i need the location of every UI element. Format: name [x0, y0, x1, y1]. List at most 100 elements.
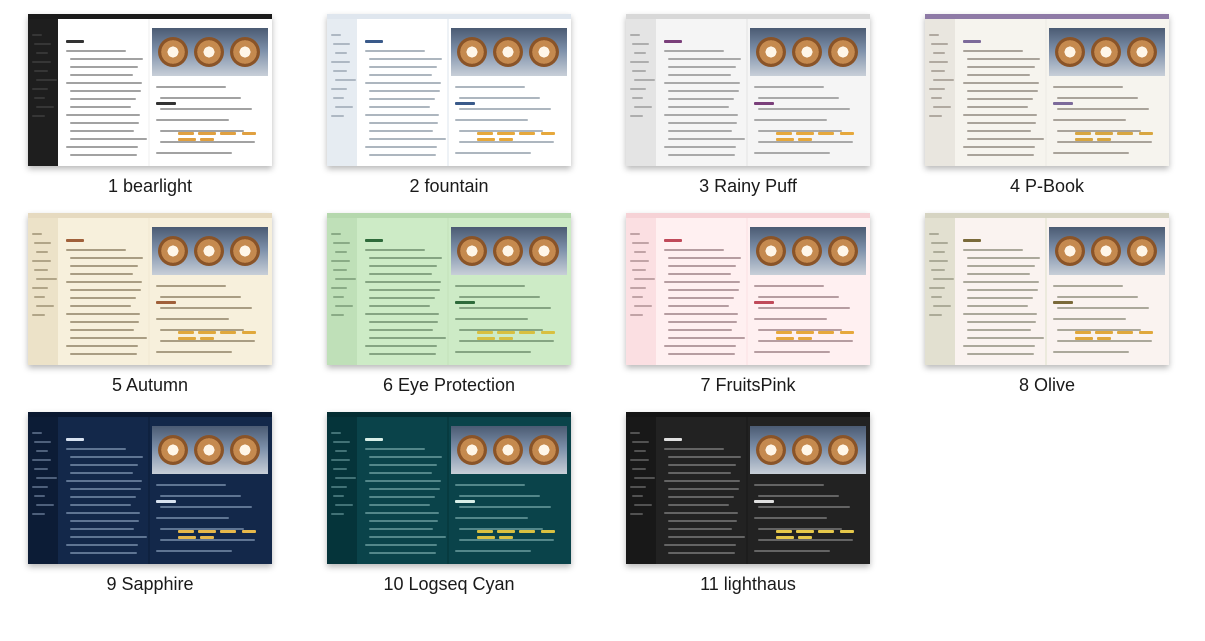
- sidebar-tree-line: [32, 486, 48, 488]
- text-highlight: [840, 132, 854, 135]
- right-page-text-line: [156, 285, 226, 287]
- sidebar-panel: [925, 19, 955, 166]
- sidebar-tree-line: [34, 468, 48, 470]
- right-page-text-line: [1053, 119, 1126, 121]
- left-page-text-line: [668, 337, 745, 339]
- theme-tile[interactable]: 7 FruitsPink: [626, 213, 870, 395]
- left-page-text-line: [369, 154, 436, 156]
- left-page-text-line: [668, 520, 737, 522]
- sidebar-panel: [327, 417, 357, 564]
- theme-screenshot[interactable]: [28, 412, 272, 564]
- theme-screenshot[interactable]: [626, 412, 870, 564]
- left-page-text-line: [369, 90, 440, 92]
- sidebar-tree-line: [931, 70, 945, 72]
- theme-screenshot[interactable]: [327, 14, 571, 166]
- text-highlight: [1097, 337, 1111, 340]
- sidebar-tree-line: [32, 260, 51, 262]
- theme-tile[interactable]: 1 bearlight: [28, 14, 272, 196]
- theme-tile[interactable]: 2 fountain: [327, 14, 571, 196]
- text-highlight: [1117, 331, 1133, 334]
- theme-tile[interactable]: 4 P-Book: [925, 14, 1169, 196]
- text-highlight: [220, 530, 236, 533]
- theme-screenshot[interactable]: [327, 412, 571, 564]
- sidebar-panel: [925, 218, 955, 365]
- latte-cup-icon: [194, 236, 224, 266]
- right-page-text-line: [459, 340, 554, 342]
- text-highlight: [200, 138, 214, 141]
- left-page-text-line: [66, 480, 142, 482]
- left-page-text-line: [963, 146, 1035, 148]
- theme-screenshot[interactable]: [28, 14, 272, 166]
- left-page-text-line: [664, 146, 736, 148]
- left-page-text-line: [66, 82, 142, 84]
- sidebar-tree-line: [34, 269, 48, 271]
- sidebar-tree-line: [630, 459, 649, 461]
- theme-screenshot[interactable]: [327, 213, 571, 365]
- left-page-text-line: [66, 114, 140, 116]
- left-page-text-line: [70, 58, 143, 60]
- left-page-text-line: [70, 273, 133, 275]
- right-page-text-line: [754, 285, 824, 287]
- sidebar-tree-line: [929, 233, 939, 235]
- left-page-text-line: [967, 329, 1031, 331]
- sidebar-tree-line: [931, 296, 942, 298]
- left-page-text-line: [664, 448, 724, 450]
- text-highlight: [796, 132, 814, 135]
- latte-cup-icon: [1091, 236, 1121, 266]
- sidebar-tree-line: [32, 115, 45, 117]
- right-page-heading: [455, 301, 475, 304]
- theme-tile[interactable]: 10 Logseq Cyan: [327, 412, 571, 594]
- right-page-text-line: [1053, 152, 1129, 154]
- latte-cup-icon: [230, 236, 260, 266]
- left-page-text-line: [668, 265, 736, 267]
- sidebar-tree-line: [32, 233, 42, 235]
- left-page-text-line: [967, 257, 1040, 259]
- sidebar-tree-line: [333, 97, 344, 99]
- left-page-text-line: [70, 74, 133, 76]
- theme-tile[interactable]: 8 Olive: [925, 213, 1169, 395]
- theme-screenshot[interactable]: [925, 14, 1169, 166]
- sidebar-tree-line: [333, 242, 350, 244]
- theme-tile[interactable]: 9 Sapphire: [28, 412, 272, 594]
- left-page-text-line: [967, 265, 1035, 267]
- theme-screenshot[interactable]: [626, 213, 870, 365]
- sidebar-tree-line: [32, 287, 48, 289]
- left-page-text-line: [66, 281, 142, 283]
- left-page-text-line: [668, 464, 736, 466]
- left-page-text-line: [967, 289, 1038, 291]
- right-page-text-line: [160, 307, 252, 309]
- right-page-text-line: [455, 119, 528, 121]
- text-highlight: [818, 530, 834, 533]
- right-page-text-line: [455, 550, 531, 552]
- left-page-text-line: [369, 305, 430, 307]
- left-page-text-line: [369, 74, 432, 76]
- right-page-text-line: [758, 108, 850, 110]
- sidebar-tree-line: [634, 477, 655, 479]
- sidebar-tree-line: [331, 115, 344, 117]
- right-page-text-line: [455, 152, 531, 154]
- theme-screenshot[interactable]: [626, 14, 870, 166]
- text-highlight: [1117, 132, 1133, 135]
- text-highlight: [818, 132, 834, 135]
- sidebar-tree-line: [933, 79, 954, 81]
- left-page-text-line: [70, 552, 137, 554]
- text-highlight: [541, 132, 555, 135]
- theme-tile[interactable]: 3 Rainy Puff: [626, 14, 870, 196]
- left-page-text-line: [967, 353, 1034, 355]
- left-page-text-line: [369, 130, 433, 132]
- text-highlight: [178, 530, 194, 533]
- left-page-text-line: [369, 122, 438, 124]
- sidebar-tree-line: [36, 251, 48, 253]
- sidebar-tree-line: [333, 70, 347, 72]
- theme-tile[interactable]: 5 Autumn: [28, 213, 272, 395]
- latte-cup-icon: [1055, 37, 1085, 67]
- text-highlight: [499, 138, 513, 141]
- theme-tile[interactable]: 6 Eye Protection: [327, 213, 571, 395]
- coffee-photo: [750, 28, 866, 76]
- theme-tile[interactable]: 11 lighthaus: [626, 412, 870, 594]
- left-page-text-line: [369, 488, 440, 490]
- theme-screenshot[interactable]: [28, 213, 272, 365]
- theme-screenshot[interactable]: [925, 213, 1169, 365]
- left-page-text-line: [668, 154, 735, 156]
- sidebar-tree-line: [929, 260, 948, 262]
